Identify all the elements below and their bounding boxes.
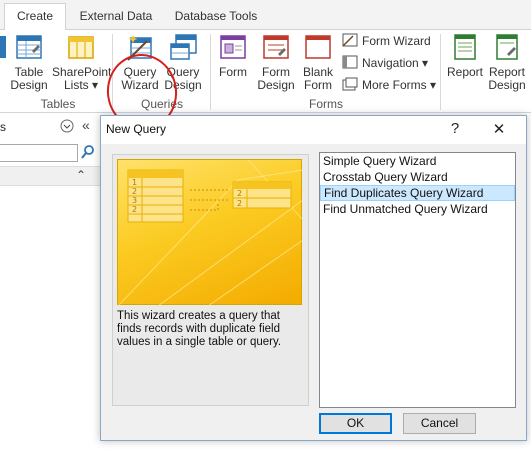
navigation-icon [342,55,358,69]
navigation-group-header[interactable]: ⌃ [0,166,100,186]
blank-form-icon [303,32,333,62]
report-design-icon [492,32,522,62]
form-wizard-icon [342,33,358,47]
list-item-find-unmatched-query-wizard[interactable]: Find Unmatched Query Wizard [320,201,515,217]
query-design-icon [168,32,198,62]
dialog-titlebar[interactable]: New Query ? ✕ [101,116,526,144]
wizard-preview-panel: 1 2 3 2 2 2 This wizard creates a query … [112,154,309,406]
help-button[interactable]: ? [445,120,465,137]
sharepoint-lists-label: SharePoint Lists ▾ [52,65,112,92]
ok-button[interactable]: OK [319,413,392,434]
report-label: Report [446,65,484,79]
tab-external-data[interactable]: External Data [76,7,156,25]
ribbon-tab-bar: Create External Data Database Tools [0,0,531,31]
report-icon [450,32,480,62]
preview-value: 3 [132,196,137,205]
wizard-listbox[interactable]: Simple Query Wizard Crosstab Query Wizar… [319,152,516,408]
group-separator [210,34,211,110]
preview-value: 2 [237,189,242,198]
form-design-icon [261,32,291,62]
tab-create[interactable]: Create [4,3,66,31]
wizard-description: This wizard creates a query that finds r… [117,310,282,348]
group-separator [440,34,441,110]
sharepoint-lists-button[interactable]: SharePoint Lists ▾ [52,32,112,92]
navigation-pane-header: s « [0,114,100,140]
navigation-pane-title: s [0,120,6,134]
new-query-dialog: New Query ? ✕ 1 2 3 2 2 2 This wizard cr… [100,115,527,441]
preview-value: 2 [132,187,137,196]
form-button[interactable]: Form [213,32,253,79]
form-wizard-button[interactable]: Form Wizard [342,31,431,51]
report-button[interactable]: Report [444,32,486,79]
form-design-label: Form Design [257,65,295,92]
navigation-pane: s « ⌃ [0,114,100,450]
blank-form-label: Blank Form [302,65,334,92]
list-item-find-duplicates-query-wizard[interactable]: Find Duplicates Query Wizard [320,185,515,201]
more-forms-label: More Forms ▾ [362,78,437,92]
table-design-icon [14,32,44,62]
more-forms-icon [342,77,358,91]
table-design-button[interactable]: Table Design [6,32,52,92]
list-item-simple-query-wizard[interactable]: Simple Query Wizard [320,153,515,169]
tab-database-tools[interactable]: Database Tools [166,7,266,25]
close-button[interactable]: ✕ [489,120,509,138]
preview-value: 2 [132,205,137,214]
table-design-label: Table Design [10,65,48,92]
preview-value: 2 [237,199,242,208]
form-icon [218,32,248,62]
form-wizard-label: Form Wizard [362,34,431,48]
navigation-dropdown[interactable]: Navigation ▾ [342,53,428,73]
wizard-preview-image: 1 2 3 2 2 2 [117,159,304,307]
more-forms-dropdown[interactable]: More Forms ▾ [342,75,436,95]
dropdown-circle-icon[interactable] [60,119,74,136]
collapse-chevrons-icon[interactable]: « [82,117,90,133]
report-design-button[interactable]: Report Design [486,32,528,92]
search-icon[interactable] [80,144,96,163]
search-input[interactable] [0,144,78,162]
report-design-label: Report Design [488,65,526,92]
tables-group-label: Tables [40,97,76,111]
sharepoint-lists-icon [66,32,96,62]
expand-up-icon[interactable]: ⌃ [76,168,86,182]
navigation-label: Navigation ▾ [362,56,429,70]
dialog-title: New Query [106,122,167,136]
blank-form-button[interactable]: Blank Form [298,32,338,92]
cancel-button[interactable]: Cancel [403,413,476,434]
preview-value: 1 [132,178,137,187]
ribbon: Table Design SharePoint Lists ▾ Tables Q… [0,30,531,135]
form-design-button[interactable]: Form Design [253,32,299,92]
form-label: Form [219,65,247,79]
list-item-crosstab-query-wizard[interactable]: Crosstab Query Wizard [320,169,515,185]
forms-group-label: Forms [309,97,343,111]
